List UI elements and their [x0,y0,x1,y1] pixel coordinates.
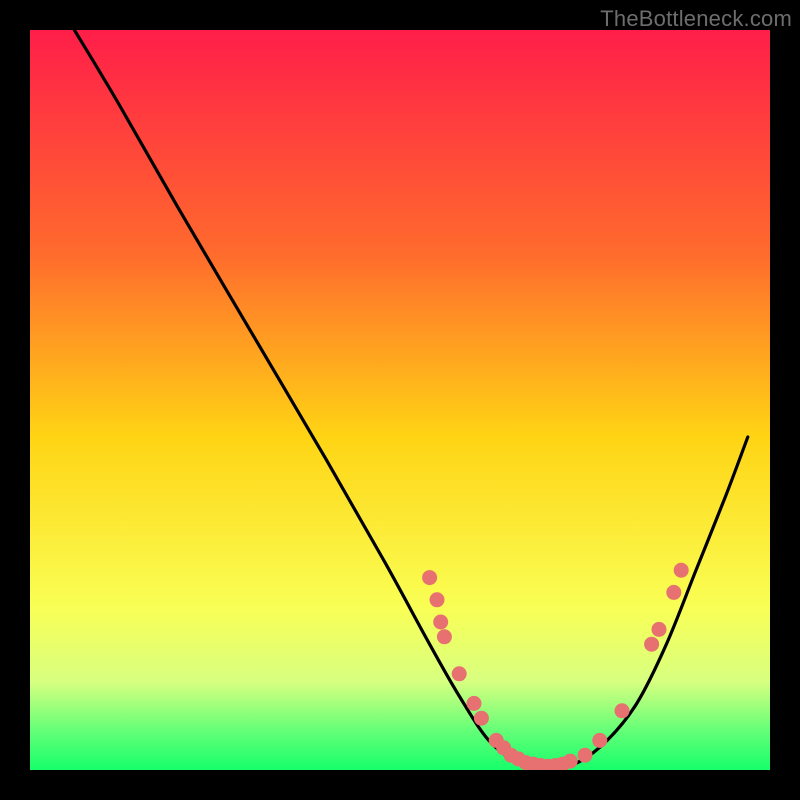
data-marker [666,585,681,600]
plot-area [30,30,770,770]
data-marker [430,592,445,607]
data-marker [433,615,448,630]
data-marker [467,696,482,711]
watermark-text: TheBottleneck.com [600,6,792,32]
data-marker [422,570,437,585]
chart-frame: TheBottleneck.com [0,0,800,800]
bottleneck-curve-chart [30,30,770,770]
data-marker [474,711,489,726]
data-marker [674,563,689,578]
data-marker [615,703,630,718]
data-marker [592,733,607,748]
data-marker [437,629,452,644]
data-marker [578,748,593,763]
data-marker [563,754,578,769]
data-marker [652,622,667,637]
data-marker [452,666,467,681]
data-marker [644,637,659,652]
